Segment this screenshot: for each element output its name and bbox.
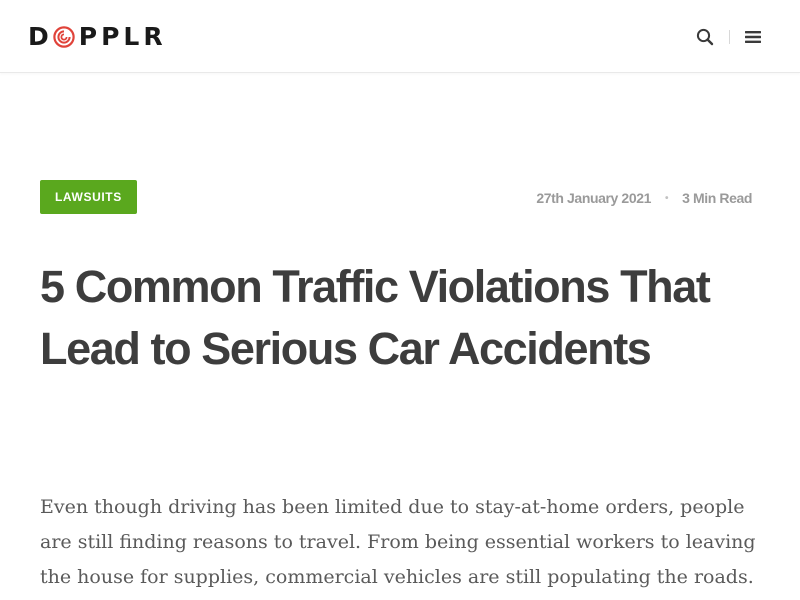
site-header: D PPLR (0, 0, 800, 73)
category-badge[interactable]: LAWSUITS (40, 180, 137, 214)
post-intro-paragraph: Even though driving has been limited due… (40, 496, 756, 588)
read-time: 3 Min Read (682, 190, 752, 206)
meta-separator: • (664, 192, 669, 204)
search-icon[interactable] (694, 26, 716, 48)
site-logo[interactable]: D PPLR (28, 24, 167, 50)
header-actions (694, 26, 764, 48)
logo-letter-d: D (28, 22, 53, 51)
post-date: 27th January 2021 (536, 190, 651, 206)
logo-letters-pplr: PPLR (78, 22, 167, 51)
post-meta: 27th January 2021 • 3 Min Read (536, 188, 752, 208)
header-divider (729, 30, 730, 44)
hamburger-menu-icon[interactable] (742, 26, 764, 48)
logo-target-icon (53, 26, 75, 48)
post-title: 5 Common Traffic Violations That Lead to… (40, 261, 711, 374)
